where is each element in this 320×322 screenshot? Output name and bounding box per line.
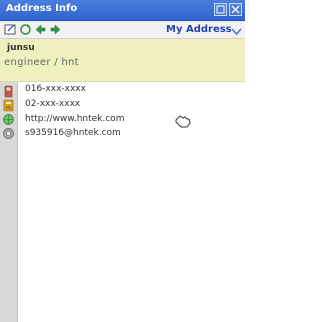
maximize-icon <box>216 5 225 14</box>
phone-mobile-value[interactable]: 016-xxx-xxxx <box>25 84 86 94</box>
icon-column <box>0 82 18 322</box>
toolbar: My Address <box>0 21 245 39</box>
maximize-button[interactable] <box>214 3 227 16</box>
arrow-left-icon <box>35 24 46 35</box>
contact-header: junsu engineer / hnt <box>0 39 245 82</box>
email-icon <box>3 128 14 139</box>
contact-name: junsu <box>7 43 35 53</box>
forward-button[interactable] <box>49 23 62 36</box>
refresh-button[interactable] <box>19 23 32 36</box>
mobile-phone-icon <box>4 85 13 98</box>
title-bar: Address Info <box>0 0 245 21</box>
phone-value[interactable]: 02-xxx-xxxx <box>25 99 80 109</box>
back-button[interactable] <box>34 23 47 36</box>
phone-icon <box>3 99 14 112</box>
window-title: Address Info <box>6 3 78 14</box>
edit-button[interactable] <box>4 23 17 36</box>
refresh-icon <box>20 24 31 35</box>
arrow-right-icon <box>50 24 61 35</box>
close-button[interactable] <box>229 3 242 16</box>
address-book-selector[interactable]: My Address <box>166 24 232 35</box>
close-icon <box>231 5 240 14</box>
chevron-down-icon <box>231 28 242 36</box>
globe-icon <box>3 114 14 125</box>
hand-pointer-icon <box>175 115 191 128</box>
contact-job: engineer / hnt <box>4 57 79 68</box>
edit-icon <box>4 24 16 35</box>
email-link[interactable]: s935916@hntek.com <box>25 128 121 138</box>
website-link[interactable]: http://www.hntek.com <box>25 114 124 124</box>
dropdown-button[interactable] <box>230 23 243 36</box>
